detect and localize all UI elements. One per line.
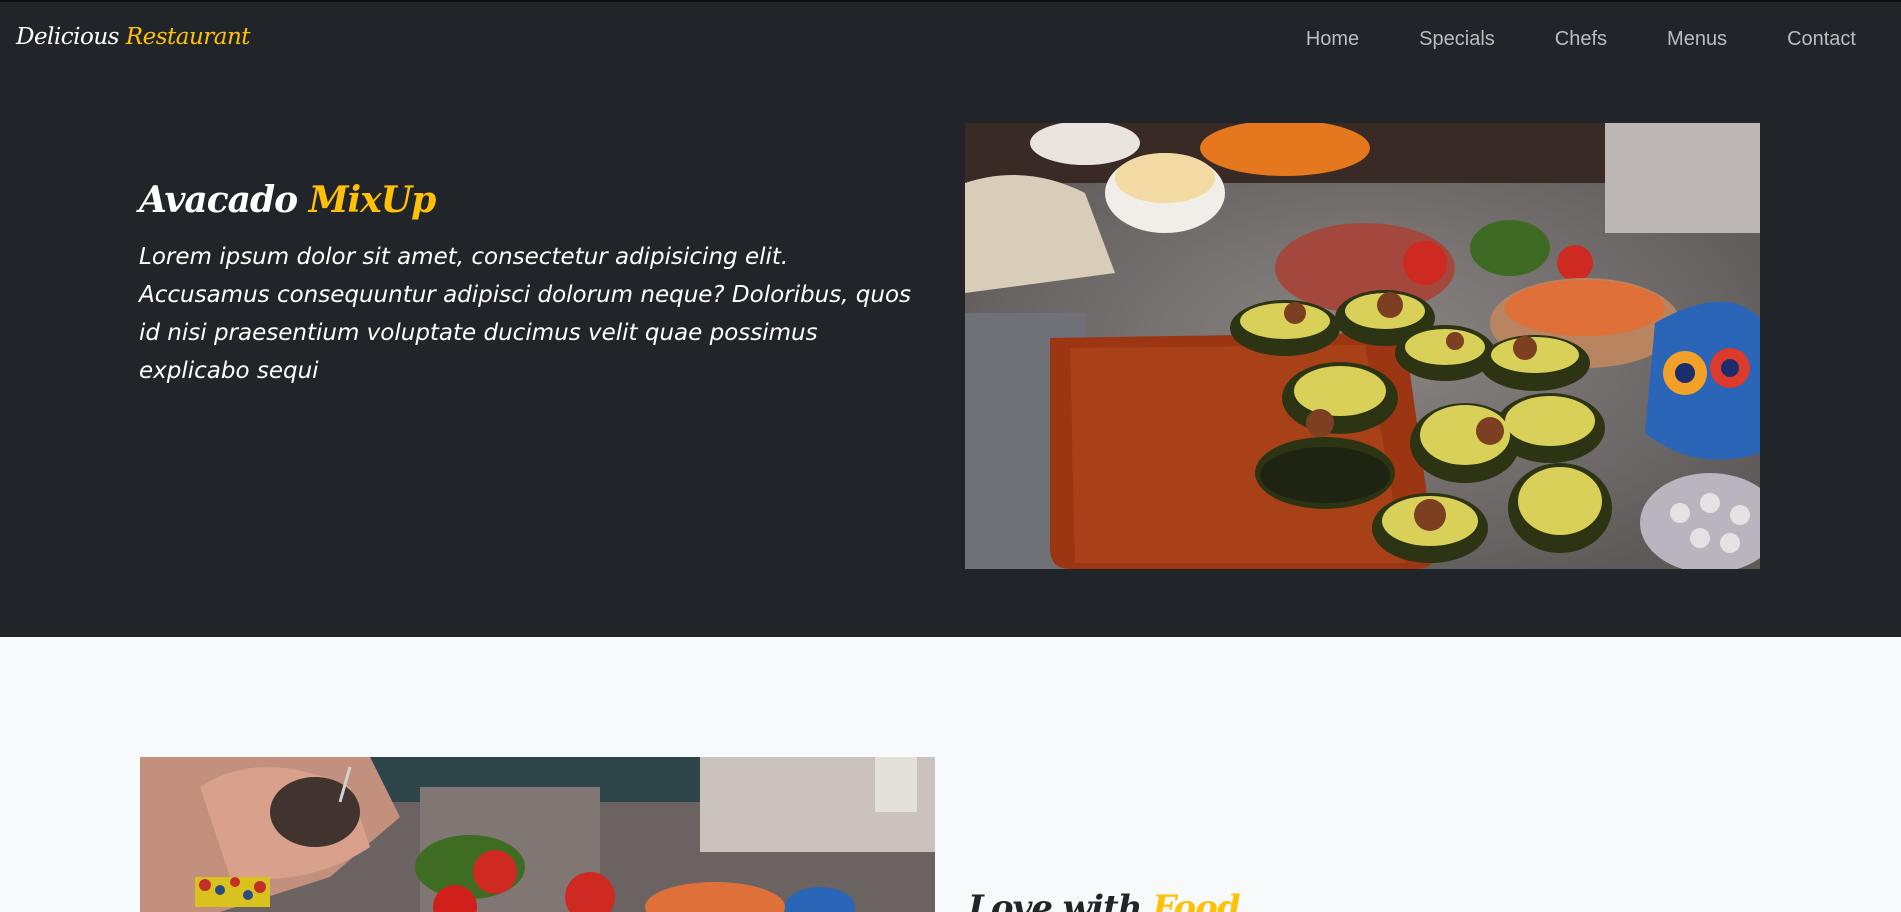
hero-title-main: Avacado: [139, 179, 298, 221]
nav-link-home[interactable]: Home: [1306, 28, 1359, 51]
nav-link-contact[interactable]: Contact: [1787, 28, 1856, 51]
hero-title-accent: MixUp: [308, 179, 437, 221]
nav-link-chefs[interactable]: Chefs: [1555, 28, 1607, 51]
navbar: Delicious Restaurant Home Specials Chefs…: [0, 0, 1901, 76]
nav-links: Home Specials Chefs Menus Contact: [1306, 28, 1856, 51]
nav-link-menus[interactable]: Menus: [1667, 28, 1727, 51]
section-two-title-accent: Food: [1152, 888, 1240, 912]
hero-description: Lorem ipsum dolor sit amet, consectetur …: [139, 244, 912, 384]
avocado-food-photo-graphic: [965, 123, 1760, 569]
brand-logo[interactable]: Delicious Restaurant: [16, 24, 251, 50]
brand-main: Delicious: [16, 24, 119, 50]
chef-cutting-photo-graphic: [140, 757, 935, 912]
brand-accent: Restaurant: [125, 24, 251, 50]
avocado-food-photo: [965, 123, 1760, 569]
section-two-title-main: Love with: [968, 888, 1142, 912]
hero-title: Avacado MixUp: [139, 179, 437, 221]
section-two-title: Love with Food: [968, 888, 1241, 912]
chef-cutting-photo: [140, 757, 935, 912]
nav-link-specials[interactable]: Specials: [1419, 28, 1495, 51]
